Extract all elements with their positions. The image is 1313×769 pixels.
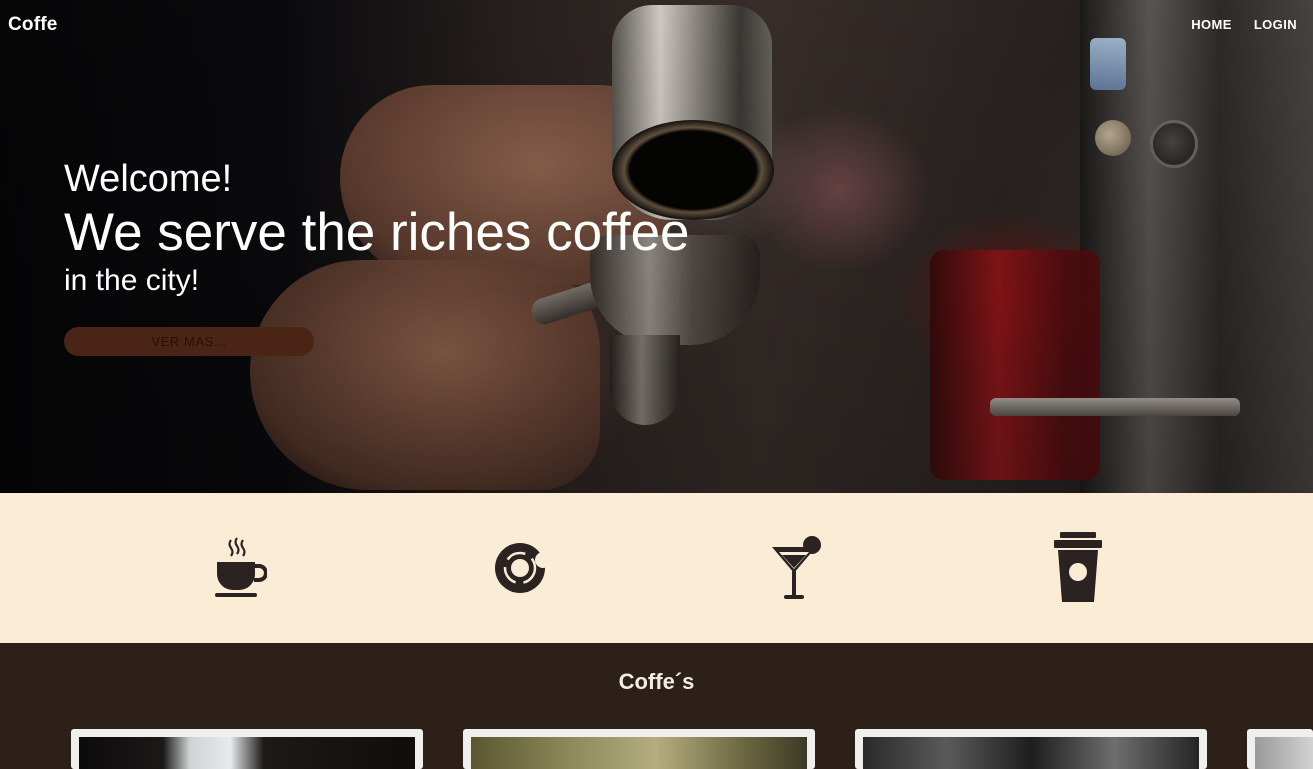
nav-links: HOME LOGIN: [1191, 17, 1297, 32]
coffee-card-image: [79, 737, 415, 769]
hero-welcome: Welcome!: [64, 158, 233, 200]
features-strip: [0, 493, 1313, 643]
takeaway-coffee-cup-icon: [1048, 532, 1108, 603]
nav-login-link[interactable]: LOGIN: [1254, 17, 1297, 32]
donut-icon: [490, 533, 550, 603]
coffee-card[interactable]: [1247, 729, 1313, 769]
coffee-card-image: [1255, 737, 1313, 769]
coffees-section: Coffe´s: [0, 643, 1313, 769]
hero-subline: in the city!: [64, 264, 200, 297]
hero-banner: Welcome! We serve the riches coffee in t…: [0, 0, 1313, 493]
ver-mas-button[interactable]: VER MAS...: [64, 327, 314, 356]
cocktail-icon: [768, 533, 828, 603]
coffee-card[interactable]: [855, 729, 1207, 769]
coffee-card-image: [863, 737, 1199, 769]
section-title: Coffe´s: [618, 669, 695, 694]
coffee-card[interactable]: [71, 729, 423, 769]
top-navbar: Coffe HOME LOGIN: [0, 0, 1313, 50]
coffee-card[interactable]: [463, 729, 815, 769]
coffee-card-image: [471, 737, 807, 769]
nav-home-link[interactable]: HOME: [1191, 17, 1232, 32]
hot-coffee-cup-icon: [209, 533, 269, 603]
hero-headline: We serve the riches coffee: [64, 203, 690, 262]
brand-logo[interactable]: Coffe: [8, 14, 58, 36]
hero-text: Welcome! We serve the riches coffee in t…: [64, 157, 690, 299]
